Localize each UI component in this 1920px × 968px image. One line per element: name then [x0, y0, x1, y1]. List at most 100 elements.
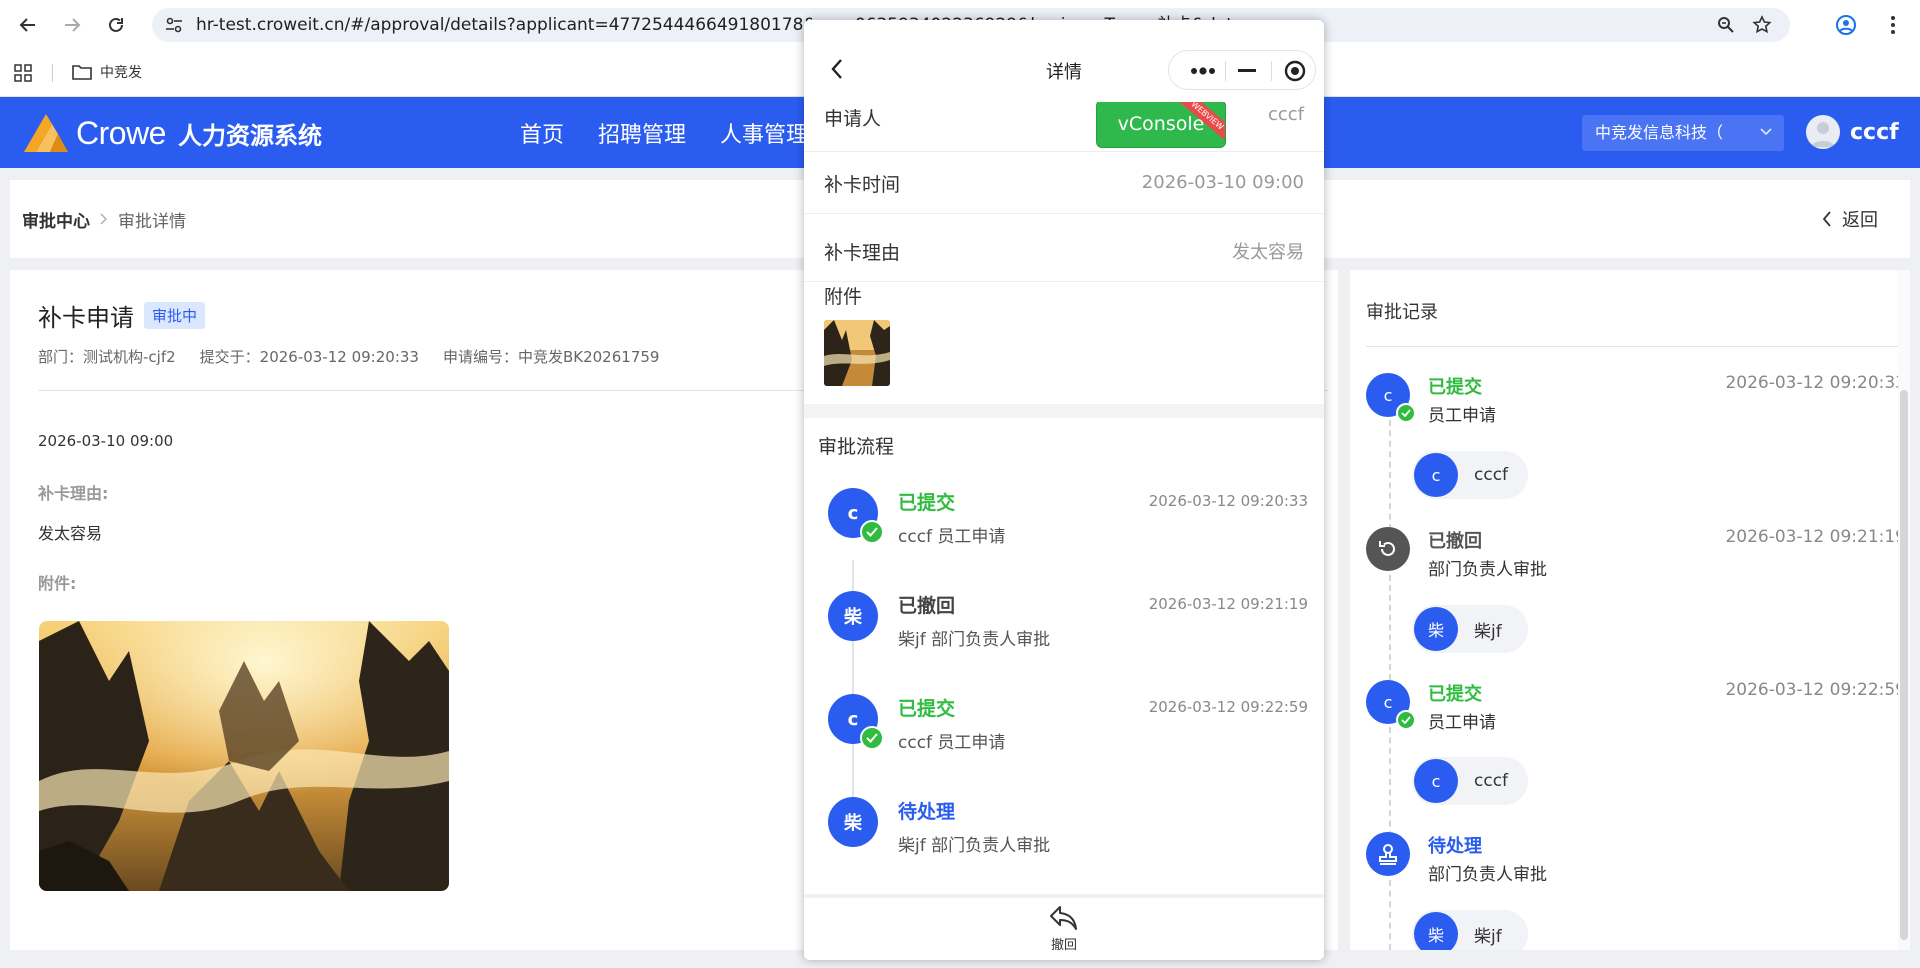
mobile-nav-bar: 详情 [804, 20, 1324, 102]
check-icon [860, 726, 884, 750]
user-name: cccf [1850, 119, 1899, 145]
user-menu[interactable]: cccf [1806, 112, 1899, 152]
flow-step: 柴 待处理 柴jf 部门负责人审批 [828, 797, 1308, 877]
step-status: 已提交 [898, 492, 956, 514]
meta-department: 部门：测试机构-cjf2 [38, 348, 176, 366]
record-time: 2026-03-12 09:22:59 [1725, 680, 1906, 700]
menu-kebab-icon[interactable] [1878, 10, 1908, 40]
step-desc: cccf 员工申请 [898, 527, 1006, 547]
forward-arrow-icon[interactable] [56, 12, 88, 38]
back-arrow-icon[interactable] [12, 12, 44, 38]
applicant-value: cccf [1267, 104, 1304, 125]
company-select[interactable]: 中竞发信息科技（ [1582, 115, 1784, 151]
crowe-logo[interactable]: Crowe 人力资源系统 [22, 111, 322, 155]
card-time-value: 2026-03-10 09:00 [38, 432, 174, 450]
attachment-label: 附件 [824, 286, 863, 308]
withdraw-arrow-icon [1050, 906, 1077, 930]
close-circle-icon[interactable] [1273, 51, 1317, 91]
bookmark-folder-label: 中竞发 [100, 65, 142, 81]
minimize-icon[interactable] [1225, 51, 1269, 91]
nav-personnel[interactable]: 人事管理 [720, 117, 808, 149]
profile-icon[interactable] [1831, 10, 1861, 40]
check-icon [1396, 710, 1416, 730]
timeline-connector [1389, 575, 1391, 680]
capsule-divider [1271, 61, 1272, 81]
undo-icon [1366, 527, 1410, 571]
back-label: 返回 [1842, 210, 1878, 231]
reload-icon[interactable] [100, 12, 132, 38]
record-status: 待处理 [1428, 836, 1482, 857]
scrollbar-thumb[interactable] [1900, 390, 1908, 940]
step-status: 待处理 [898, 801, 956, 823]
flow-title: 审批流程 [818, 436, 895, 458]
record-status: 已提交 [1428, 684, 1482, 705]
reason-label: 补卡理由 [824, 242, 901, 264]
nav-home[interactable]: 首页 [520, 117, 564, 149]
approver-name: 柴jf [1474, 621, 1502, 642]
withdraw-button[interactable]: 撤回 [804, 904, 1324, 953]
breadcrumb-current: 审批详情 [118, 211, 186, 232]
user-avatar-icon [1806, 115, 1840, 149]
step-avatar: 柴 [828, 797, 878, 847]
nav-recruitment[interactable]: 招聘管理 [598, 117, 686, 149]
site-info-icon[interactable] [162, 14, 186, 36]
reason-value: 发太容易 [38, 524, 103, 543]
time-row: 补卡时间 2026-03-10 09:00 [804, 152, 1324, 214]
bookmark-folder[interactable]: 中竞发 [72, 60, 142, 84]
record-item: c 已提交 员工申请 2026-03-12 09:22:59 [1366, 680, 1906, 733]
record-status: 已提交 [1428, 377, 1482, 398]
bookmark-divider [52, 64, 53, 82]
more-dots-icon[interactable] [1181, 51, 1225, 91]
vconsole-label: vConsole [1117, 113, 1205, 135]
approver-name: cccf [1474, 465, 1509, 485]
flow-step: 柴 已撤回 柴jf 部门负责人审批 2026-03-12 09:21:19 [828, 591, 1308, 671]
apps-grid-icon[interactable] [12, 62, 34, 84]
record-time: 2026-03-12 09:20:33 [1725, 373, 1906, 393]
divider [1366, 346, 1906, 347]
chevron-right-icon [100, 213, 107, 225]
breadcrumb: 审批中心 审批详情 [22, 180, 186, 258]
step-desc: 柴jf 部门负责人审批 [898, 836, 1051, 856]
record-time: 2026-03-12 09:21:19 [1725, 527, 1906, 547]
step-time: 2026-03-12 09:21:19 [1148, 595, 1308, 613]
check-icon [1396, 403, 1416, 423]
record-desc: 部门负责人审批 [1428, 560, 1547, 580]
back-button[interactable]: 返回 [1822, 180, 1878, 258]
record-item: 待处理 部门负责人审批 [1366, 832, 1906, 885]
step-status: 已撤回 [898, 595, 956, 617]
status-badge: 审批中 [144, 302, 206, 329]
attachment-image[interactable] [39, 621, 449, 891]
detail-meta: 部门：测试机构-cjf2 提交于：2026-03-12 09:20:33 申请编… [38, 346, 659, 367]
logo-text: Crowe [76, 114, 166, 151]
approver-name: cccf [1474, 771, 1509, 791]
approver-chip: c cccf [1412, 451, 1528, 499]
breadcrumb-root[interactable]: 审批中心 [22, 207, 90, 232]
chevron-down-icon [1760, 128, 1772, 136]
vconsole-button[interactable]: vConsole WEBVIEW [1096, 100, 1226, 148]
approver-chip: 柴 柴jf [1412, 605, 1528, 653]
step-status: 已提交 [898, 698, 956, 720]
timeline-connector [1389, 420, 1391, 530]
timeline-connector [1389, 727, 1391, 837]
bookmark-star-icon[interactable] [1750, 14, 1774, 36]
zoom-icon[interactable] [1714, 14, 1738, 36]
attachment-label: 附件: [38, 574, 77, 593]
step-desc: 柴jf 部门负责人审批 [898, 630, 1051, 650]
record-item: 已撤回 部门负责人审批 2026-03-12 09:21:19 [1366, 527, 1906, 580]
applicant-label: 申请人 [824, 108, 882, 130]
attachment-thumbnail[interactable] [824, 320, 890, 386]
crowe-logo-icon [24, 114, 68, 152]
step-time: 2026-03-12 09:20:33 [1148, 492, 1308, 510]
time-value: 2026-03-10 09:00 [1141, 172, 1304, 193]
approver-avatar: c [1414, 759, 1458, 803]
record-desc: 员工申请 [1428, 406, 1496, 426]
meta-submitted: 提交于：2026-03-12 09:20:33 [199, 348, 419, 366]
top-nav: 首页 招聘管理 人事管理 [520, 97, 842, 168]
approver-name: 柴jf [1474, 926, 1502, 947]
chevron-left-icon [1822, 211, 1831, 227]
timeline-connector [1389, 880, 1391, 950]
reason-value: 发太容易 [1232, 242, 1304, 263]
meta-apply-no: 申请编号：中竞发BK20261759 [442, 348, 660, 366]
step-avatar: 柴 [828, 591, 878, 641]
reason-row: 补卡理由 发太容易 [804, 214, 1324, 282]
